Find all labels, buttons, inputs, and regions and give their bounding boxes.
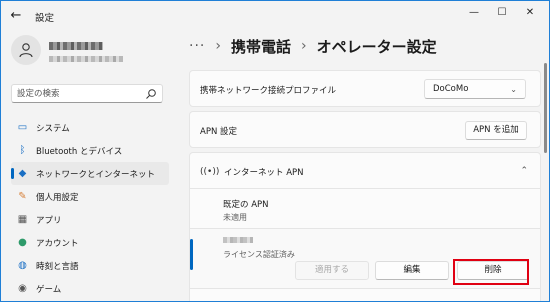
internet-apn-title: インターネット APN bbox=[224, 168, 304, 178]
chevron-right-icon: › bbox=[300, 38, 307, 54]
selection-indicator bbox=[190, 239, 193, 270]
default-apn-status: 未適用 bbox=[223, 213, 247, 222]
next-section-card bbox=[189, 289, 541, 301]
apps-icon: ▦ bbox=[17, 214, 28, 225]
breadcrumb: ··· › 携帯電話 › オペレーター設定 bbox=[189, 35, 437, 57]
network-icon: ◆ bbox=[18, 168, 27, 179]
default-apn-label: 既定の APN bbox=[223, 200, 269, 210]
settings-window: ← 設定 — ☐ ✕ ▭ システム ᛒ Bluetooth とデバイス ◆ bbox=[1, 1, 549, 301]
sidebar-item-label: 時刻と言語 bbox=[36, 262, 79, 272]
close-button[interactable]: ✕ bbox=[517, 4, 543, 22]
sidebar-item-time-language[interactable]: ◍ 時刻と言語 bbox=[11, 254, 169, 277]
sidebar-item-accounts[interactable]: ● アカウント bbox=[11, 231, 169, 254]
bluetooth-icon: ᛒ bbox=[19, 145, 26, 156]
title-bar: ← 設定 — ☐ ✕ bbox=[1, 1, 549, 31]
sidebar-item-label: アカウント bbox=[36, 239, 79, 249]
sidebar-item-label: 個人用設定 bbox=[36, 193, 79, 203]
avatar[interactable] bbox=[11, 35, 41, 65]
apn-entry-status: ライセンス認証済み bbox=[223, 250, 295, 259]
sidebar-nav: ▭ システム ᛒ Bluetooth とデバイス ◆ ネットワークとインターネッ… bbox=[11, 116, 169, 300]
sidebar-item-bluetooth[interactable]: ᛒ Bluetooth とデバイス bbox=[11, 139, 169, 162]
apply-button[interactable]: 適用する bbox=[295, 261, 369, 280]
page-title: オペレーター設定 bbox=[316, 37, 437, 56]
apn-settings-card: APN 設定 APN を追加 bbox=[189, 111, 541, 148]
search-box[interactable] bbox=[11, 84, 163, 103]
globe-icon: ◍ bbox=[18, 260, 27, 271]
breadcrumb-parent[interactable]: 携帯電話 bbox=[231, 36, 291, 57]
signal-icon: ((•)) bbox=[200, 167, 220, 177]
user-icon bbox=[19, 43, 33, 58]
sidebar-item-apps[interactable]: ▦ アプリ bbox=[11, 208, 169, 231]
scrollbar[interactable] bbox=[544, 61, 547, 301]
brush-icon: ✎ bbox=[18, 191, 27, 202]
profile-card: 携帯ネットワーク接続プロファイル DoCoMo ⌄ bbox=[189, 70, 541, 107]
sidebar-item-label: Bluetooth とデバイス bbox=[36, 147, 123, 157]
scrollbar-thumb[interactable] bbox=[544, 63, 547, 153]
profile-label: 携帯ネットワーク接続プロファイル bbox=[200, 86, 337, 96]
chevron-down-icon: ⌄ bbox=[510, 85, 517, 94]
apn-name-redacted bbox=[223, 237, 253, 243]
apn-settings-label: APN 設定 bbox=[200, 127, 238, 137]
sidebar-item-label: ゲーム bbox=[36, 285, 62, 295]
sidebar-item-label: アプリ bbox=[36, 216, 62, 226]
game-icon: ◉ bbox=[18, 283, 27, 294]
default-apn-row: 既定の APN 未適用 bbox=[189, 189, 541, 229]
add-apn-button[interactable]: APN を追加 bbox=[465, 121, 527, 140]
sidebar-item-network[interactable]: ◆ ネットワークとインターネット bbox=[11, 162, 169, 185]
sidebar-item-system[interactable]: ▭ システム bbox=[11, 116, 169, 139]
back-button[interactable]: ← bbox=[7, 7, 25, 25]
maximize-icon: ☐ bbox=[497, 7, 507, 18]
edit-button[interactable]: 編集 bbox=[375, 261, 449, 280]
sidebar-item-gaming[interactable]: ◉ ゲーム bbox=[11, 277, 169, 300]
minimize-icon: — bbox=[469, 7, 479, 18]
back-arrow-icon: ← bbox=[10, 8, 22, 23]
delete-highlight-box bbox=[453, 259, 529, 285]
sidebar-item-label: ネットワークとインターネット bbox=[36, 170, 156, 180]
chevron-right-icon: › bbox=[215, 38, 221, 54]
minimize-button[interactable]: — bbox=[461, 4, 487, 22]
breadcrumb-overflow-button[interactable]: ··· bbox=[189, 38, 205, 54]
account-email-redacted bbox=[49, 56, 123, 62]
chevron-up-icon[interactable]: ⌃ bbox=[520, 166, 528, 176]
profile-dropdown[interactable]: DoCoMo ⌄ bbox=[424, 79, 526, 99]
sidebar-item-label: システム bbox=[36, 124, 70, 134]
close-icon: ✕ bbox=[525, 7, 535, 18]
account-name-redacted bbox=[49, 42, 103, 50]
search-icon[interactable] bbox=[145, 88, 157, 100]
internet-apn-header[interactable]: ((•)) インターネット APN ⌃ bbox=[189, 152, 541, 189]
account-icon: ● bbox=[18, 237, 27, 248]
profile-dropdown-value: DoCoMo bbox=[433, 84, 469, 94]
maximize-button[interactable]: ☐ bbox=[489, 4, 515, 22]
app-title: 設定 bbox=[35, 13, 55, 24]
search-input[interactable] bbox=[17, 88, 142, 100]
monitor-icon: ▭ bbox=[17, 122, 28, 133]
sidebar-item-personalization[interactable]: ✎ 個人用設定 bbox=[11, 185, 169, 208]
